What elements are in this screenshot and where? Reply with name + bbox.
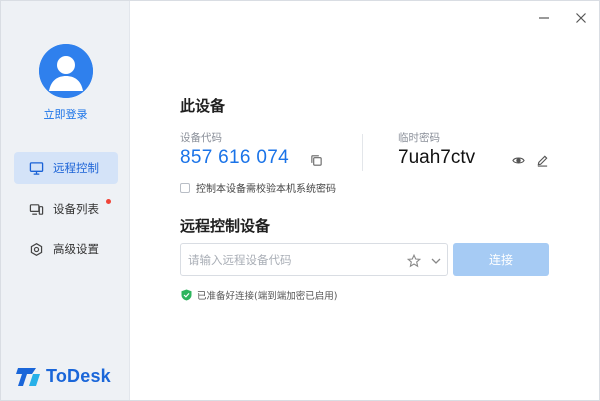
verify-password-checkbox[interactable] (180, 182, 190, 193)
close-button[interactable] (572, 9, 590, 27)
temp-password-label: 临时密码 (398, 132, 440, 144)
login-link[interactable]: 立即登录 (1, 106, 130, 122)
star-icon[interactable] (406, 253, 422, 268)
device-code-value: 857 616 074 (180, 147, 289, 168)
sidebar: 立即登录 远程控制 设备列表 高级设置 ToDesk (1, 1, 130, 400)
sidebar-item-label: 高级设置 (53, 242, 99, 256)
connection-status: 已准备好连接(端到端加密已启用) (181, 288, 337, 302)
minimize-button[interactable] (535, 9, 553, 27)
minimize-icon (539, 17, 549, 19)
sidebar-item-label: 远程控制 (53, 161, 99, 175)
notification-badge (106, 199, 111, 204)
user-avatar-icon[interactable] (39, 44, 93, 98)
sidebar-item-advanced-settings[interactable]: 高级设置 (14, 233, 118, 265)
devices-icon (28, 201, 44, 217)
this-device-title: 此设备 (180, 97, 226, 115)
vertical-divider (362, 134, 363, 171)
sidebar-item-label: 设备列表 (53, 202, 99, 216)
shield-check-icon (181, 289, 192, 301)
verify-password-label: 控制本设备需校验本机系统密码 (196, 184, 336, 195)
sidebar-item-remote-control[interactable]: 远程控制 (14, 152, 118, 184)
remote-code-field[interactable] (180, 243, 448, 276)
brand-name: ToDesk (46, 365, 111, 386)
settings-icon (28, 241, 44, 257)
eye-icon[interactable] (511, 153, 525, 167)
chevron-down-icon[interactable] (429, 253, 443, 267)
status-text: 已准备好连接(端到端加密已启用) (197, 291, 338, 302)
remote-control-title: 远程控制设备 (180, 217, 271, 235)
copy-icon[interactable] (309, 153, 323, 167)
todesk-logo-icon (16, 368, 40, 386)
edit-icon[interactable] (535, 153, 549, 167)
temp-password-value: 7uah7ctv (398, 147, 476, 168)
device-code-label: 设备代码 (180, 132, 222, 144)
remote-code-input[interactable] (188, 252, 398, 267)
verify-password-option[interactable]: 控制本设备需校验本机系统密码 (180, 180, 336, 195)
brand-logo: ToDesk (16, 364, 111, 388)
close-icon (576, 13, 586, 23)
sidebar-item-device-list[interactable]: 设备列表 (14, 193, 118, 225)
todesk-window: 立即登录 远程控制 设备列表 高级设置 ToDesk 此设备 设备代码 857 … (0, 0, 600, 401)
monitor-icon (28, 160, 44, 176)
connect-button[interactable]: 连接 (453, 243, 549, 276)
